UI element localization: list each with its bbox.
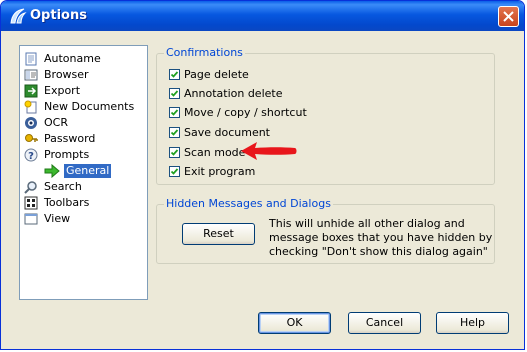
reset-button-label: Reset (203, 227, 234, 240)
toolbars-icon (24, 196, 38, 210)
title-bar[interactable]: Options (1, 1, 524, 31)
svg-text:?: ? (28, 151, 34, 162)
question-icon: ? (24, 148, 38, 162)
checkmark-icon (170, 71, 179, 78)
magnifier-icon (24, 181, 37, 194)
tree-item-label: Toolbars (44, 196, 90, 209)
description-line: message boxes that you have hidden by (269, 231, 493, 244)
hidden-messages-title: Hidden Messages and Dialogs (164, 197, 333, 210)
cancel-button-label: Cancel (365, 316, 404, 329)
tree-item-label: Password (44, 132, 96, 145)
tree-item-ocr[interactable]: OCR (24, 115, 70, 131)
checkmark-icon (170, 90, 179, 97)
document-icon (25, 52, 37, 66)
checkbox-label: Annotation delete (184, 87, 283, 100)
checkmark-icon (170, 168, 179, 175)
description-line: This will unhide all other dialog and (269, 217, 465, 230)
tree-item-label: View (44, 212, 71, 225)
checkbox[interactable] (169, 127, 180, 138)
ok-button-label: OK (286, 316, 303, 329)
checkbox-label: Scan mode (184, 146, 246, 159)
options-tree[interactable]: Autoname Browser Export New Documents OC… (19, 45, 148, 300)
checkbox-save-document[interactable]: Save document (169, 125, 270, 140)
checkbox-page-delete[interactable]: Page delete (169, 67, 249, 82)
ocr-icon (25, 117, 37, 129)
tree-item-toolbars[interactable]: Toolbars (24, 195, 91, 211)
tree-item-password[interactable]: Password (24, 131, 97, 147)
checkbox-label: Move / copy / shortcut (184, 106, 307, 119)
checkmark-icon (170, 129, 179, 136)
green-arrow-icon (44, 164, 60, 178)
checkbox[interactable] (169, 147, 180, 158)
checkbox-exit-program[interactable]: Exit program (169, 164, 255, 179)
tree-item-label: Export (44, 84, 81, 97)
tree-item-new-documents[interactable]: New Documents (24, 99, 136, 115)
confirmations-title: Confirmations (164, 46, 245, 59)
tree-item-label: Search (44, 180, 82, 193)
checkmark-icon (170, 149, 179, 156)
ok-button[interactable]: OK (258, 312, 331, 334)
hidden-messages-description: This will unhide all other dialog and me… (269, 217, 493, 259)
close-button[interactable] (498, 6, 519, 27)
help-button-label: Help (459, 316, 486, 329)
checkbox-scan-mode[interactable]: Scan mode (169, 145, 245, 160)
checkbox-annotation-delete[interactable]: Annotation delete (169, 86, 282, 101)
tree-item-label: Autoname (44, 52, 101, 65)
checkbox[interactable] (169, 107, 180, 118)
browser-icon (24, 69, 38, 81)
tree-item-autoname[interactable]: Autoname (24, 51, 103, 67)
cancel-button[interactable]: Cancel (348, 312, 421, 334)
confirmations-group: Confirmations Page delete Annotation del… (156, 46, 495, 185)
checkmark-icon (170, 109, 179, 116)
password-icon (25, 134, 38, 142)
tree-item-label: New Documents (44, 100, 135, 113)
tree-item-view[interactable]: View (24, 211, 72, 227)
tree-item-label: Browser (44, 68, 89, 81)
checkbox-label: Save document (184, 126, 270, 139)
tree-item-search[interactable]: Search (24, 179, 84, 195)
tree-item-label: OCR (44, 116, 68, 129)
checkbox-label: Page delete (184, 68, 249, 81)
checkbox[interactable] (169, 88, 180, 99)
tree-item-prompts[interactable]: ? Prompts (24, 147, 91, 163)
description-line: checking "Don't show this dialog again" (269, 245, 488, 258)
checkbox[interactable] (169, 69, 180, 80)
app-logo-icon (10, 8, 27, 24)
close-icon (503, 11, 514, 22)
new-document-icon (24, 100, 37, 114)
view-icon (24, 213, 38, 225)
options-dialog: Options Autoname Browser Export New Docu… (0, 0, 525, 350)
checkbox-move-copy-shortcut[interactable]: Move / copy / shortcut (169, 105, 307, 120)
tree-item-browser[interactable]: Browser (24, 67, 91, 83)
help-button[interactable]: Help (436, 312, 509, 334)
tree-item-export[interactable]: Export (24, 83, 82, 99)
tree-item-label: General (64, 164, 112, 178)
window-title: Options (30, 8, 87, 23)
checkbox[interactable] (169, 166, 180, 177)
checkbox-label: Exit program (184, 165, 256, 178)
red-arrow-annotation (241, 142, 297, 160)
export-icon (24, 84, 38, 98)
reset-button[interactable]: Reset (182, 223, 255, 245)
tree-item-label: Prompts (44, 148, 90, 161)
tree-item-general[interactable]: General (44, 163, 112, 179)
